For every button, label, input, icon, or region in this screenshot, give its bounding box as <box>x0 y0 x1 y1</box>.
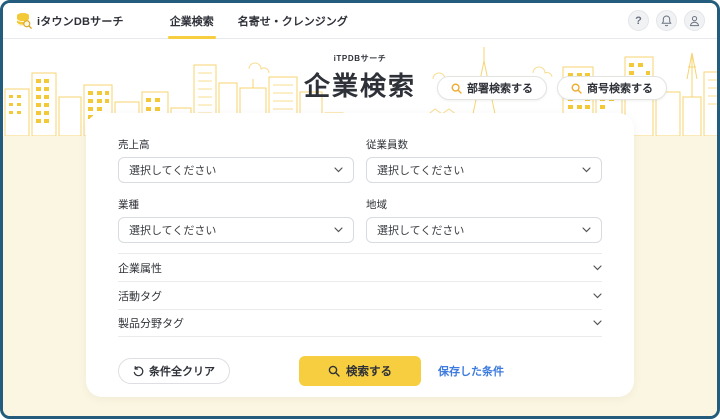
product-field-tags-label: 製品分野タグ <box>118 315 184 331</box>
department-search-button[interactable]: 部署検索する <box>437 76 547 100</box>
trade-name-search-button[interactable]: 商号検索する <box>557 76 667 100</box>
database-search-logo-icon <box>15 12 32 29</box>
field-industry: 業種 選択してください <box>118 197 354 243</box>
field-region: 地域 選択してください <box>366 197 602 243</box>
accordion-activity-tags[interactable]: 活動タグ <box>118 281 602 309</box>
chevron-down-icon <box>593 265 602 271</box>
tab-company-search[interactable]: 企業検索 <box>158 3 226 39</box>
top-navbar: iタウンDBサーチ 企業検索 名寄せ・クレンジング ? <box>3 3 717 39</box>
advanced-filter-accordions: 企業属性 活動タグ 製品分野タグ <box>118 253 602 337</box>
bell-icon <box>661 15 672 27</box>
reset-icon <box>133 366 144 377</box>
clear-all-conditions-button[interactable]: 条件全クリア <box>118 358 230 384</box>
clear-all-conditions-label: 条件全クリア <box>149 363 215 379</box>
chevron-down-icon <box>593 320 602 326</box>
region-select[interactable]: 選択してください <box>366 217 602 243</box>
search-icon <box>571 83 582 94</box>
hero-action-buttons: 部署検索する 商号検索する <box>437 76 667 100</box>
search-icon <box>328 365 340 377</box>
chevron-down-icon <box>334 227 343 233</box>
tab-company-search-label: 企業検索 <box>170 13 214 29</box>
chevron-down-icon <box>593 293 602 299</box>
revenue-label: 売上高 <box>118 137 354 152</box>
navbar-utility-buttons: ? <box>628 10 705 31</box>
chevron-down-icon <box>334 167 343 173</box>
main-nav-tabs: 企業検索 名寄せ・クレンジング <box>158 3 360 39</box>
field-employees: 従業員数 選択してください <box>366 137 602 183</box>
industry-select-value: 選択してください <box>129 222 216 238</box>
app-logo[interactable]: iタウンDBサーチ <box>15 12 124 29</box>
page-background: 売上高 選択してください 従業員数 選択してください <box>3 136 717 416</box>
revenue-select-value: 選択してください <box>129 162 216 178</box>
notifications-button[interactable] <box>656 10 677 31</box>
employees-select[interactable]: 選択してください <box>366 157 602 183</box>
chevron-down-icon <box>582 167 591 173</box>
search-conditions-card: 売上高 選択してください 従業員数 選択してください <box>86 113 634 397</box>
region-label: 地域 <box>366 197 602 212</box>
industry-select[interactable]: 選択してください <box>118 217 354 243</box>
employees-select-value: 選択してください <box>377 162 464 178</box>
field-revenue: 売上高 選択してください <box>118 137 354 183</box>
activity-tags-label: 活動タグ <box>118 288 162 304</box>
company-attributes-label: 企業属性 <box>118 260 162 276</box>
accordion-product-field-tags[interactable]: 製品分野タグ <box>118 309 602 337</box>
app-logo-label: iタウンDBサーチ <box>37 13 124 29</box>
department-search-label: 部署検索する <box>467 80 533 96</box>
employees-label: 従業員数 <box>366 137 602 152</box>
accordion-company-attributes[interactable]: 企業属性 <box>118 253 602 281</box>
tab-name-matching-cleansing[interactable]: 名寄せ・クレンジング <box>226 3 360 39</box>
person-icon <box>689 15 700 27</box>
trade-name-search-label: 商号検索する <box>587 80 653 96</box>
search-submit-label: 検索する <box>346 363 392 379</box>
account-button[interactable] <box>684 10 705 31</box>
region-select-value: 選択してください <box>377 222 464 238</box>
search-submit-button[interactable]: 検索する <box>299 356 421 386</box>
app-window: iタウンDBサーチ 企業検索 名寄せ・クレンジング ? <box>0 0 720 419</box>
help-button[interactable]: ? <box>628 10 649 31</box>
industry-label: 業種 <box>118 197 354 212</box>
saved-conditions-link[interactable]: 保存した条件 <box>438 363 504 379</box>
search-icon <box>451 83 462 94</box>
revenue-select[interactable]: 選択してください <box>118 157 354 183</box>
question-mark-icon: ? <box>635 15 642 27</box>
chevron-down-icon <box>582 227 591 233</box>
search-filter-grid: 売上高 選択してください 従業員数 選択してください <box>118 137 602 243</box>
card-footer-actions: 条件全クリア 検索する 保存した条件 <box>118 356 602 386</box>
hero-subtitle: iTPDBサーチ <box>3 53 717 64</box>
tab-name-matching-label: 名寄せ・クレンジング <box>238 13 348 29</box>
